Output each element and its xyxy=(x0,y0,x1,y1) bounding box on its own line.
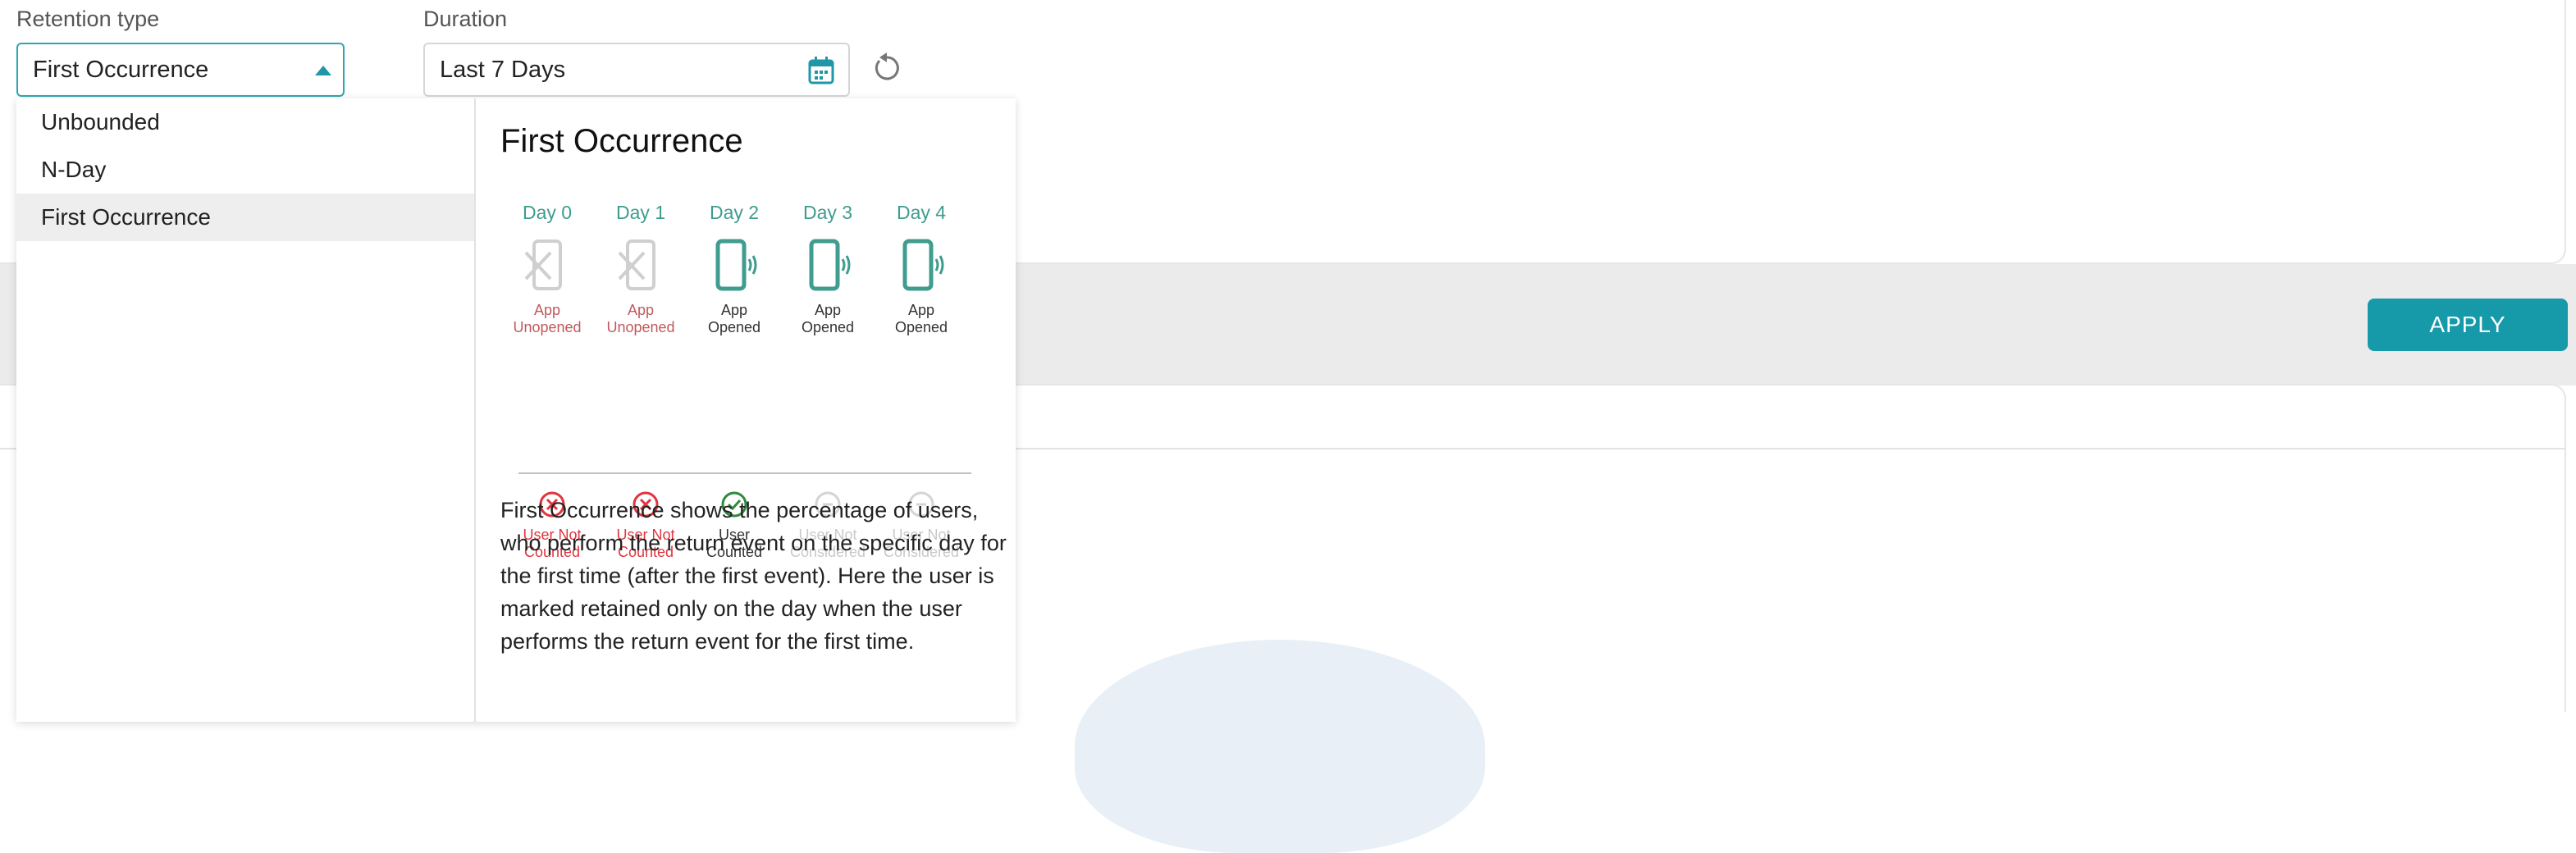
duration-label: Duration xyxy=(423,7,508,31)
app-state-label: App Opened xyxy=(801,302,855,335)
retention-type-dropdown: Unbounded N-Day First Occurrence First O… xyxy=(16,98,1016,722)
day-column: Day 4 App Opened xyxy=(875,202,968,338)
phone-opened-icon xyxy=(902,239,944,291)
apply-button[interactable]: APPLY xyxy=(2368,299,2568,351)
day-label: Day 4 xyxy=(896,202,947,223)
day-column: Day 1 App Unopened xyxy=(594,202,687,338)
day-label: Day 1 xyxy=(615,202,666,223)
reset-icon[interactable] xyxy=(871,51,902,84)
day-column: Day 2 App Opened xyxy=(687,202,781,338)
retention-type-value: First Occurrence xyxy=(33,56,209,83)
info-panel-title: First Occurrence xyxy=(500,123,743,159)
app-state-label: App Unopened xyxy=(513,302,582,335)
day-column: Day 3 App Opened xyxy=(781,202,875,338)
info-panel-description: First Occurrence shows the percentage of… xyxy=(500,498,1007,654)
retention-type-label: Retention type xyxy=(16,7,160,31)
option-first-occurrence[interactable]: First Occurrence xyxy=(16,194,474,241)
day-label: Day 3 xyxy=(802,202,853,223)
app-state-label: App Unopened xyxy=(606,302,675,335)
phone-unopened-icon xyxy=(524,239,562,290)
phone-opened-icon xyxy=(809,239,851,291)
duration-value: Last 7 Days xyxy=(440,56,566,83)
option-info-panel: First Occurrence Day 0 App Unopened Day 1 xyxy=(500,98,1009,722)
day-column: Day 0 App Unopened xyxy=(500,202,594,338)
app-state-label: App Opened xyxy=(707,302,761,335)
retention-type-select[interactable]: First Occurrence xyxy=(16,43,345,97)
app-state-label: App Opened xyxy=(894,302,948,335)
calendar-icon[interactable] xyxy=(807,56,835,85)
option-unbounded[interactable]: Unbounded xyxy=(16,98,474,146)
day-label: Day 0 xyxy=(522,202,573,223)
caret-up-icon xyxy=(315,66,331,75)
empty-state-illustration xyxy=(1075,640,1485,853)
phone-unopened-icon xyxy=(618,239,655,290)
phone-opened-icon xyxy=(715,239,757,291)
retention-type-options: Unbounded N-Day First Occurrence xyxy=(16,98,476,722)
day-label: Day 2 xyxy=(709,202,760,223)
day-illustration: Day 0 App Unopened Day 1 App Unopened Da… xyxy=(500,202,993,560)
illustration-divider xyxy=(518,472,971,474)
duration-picker[interactable]: Last 7 Days xyxy=(423,43,850,97)
option-n-day[interactable]: N-Day xyxy=(16,146,474,194)
